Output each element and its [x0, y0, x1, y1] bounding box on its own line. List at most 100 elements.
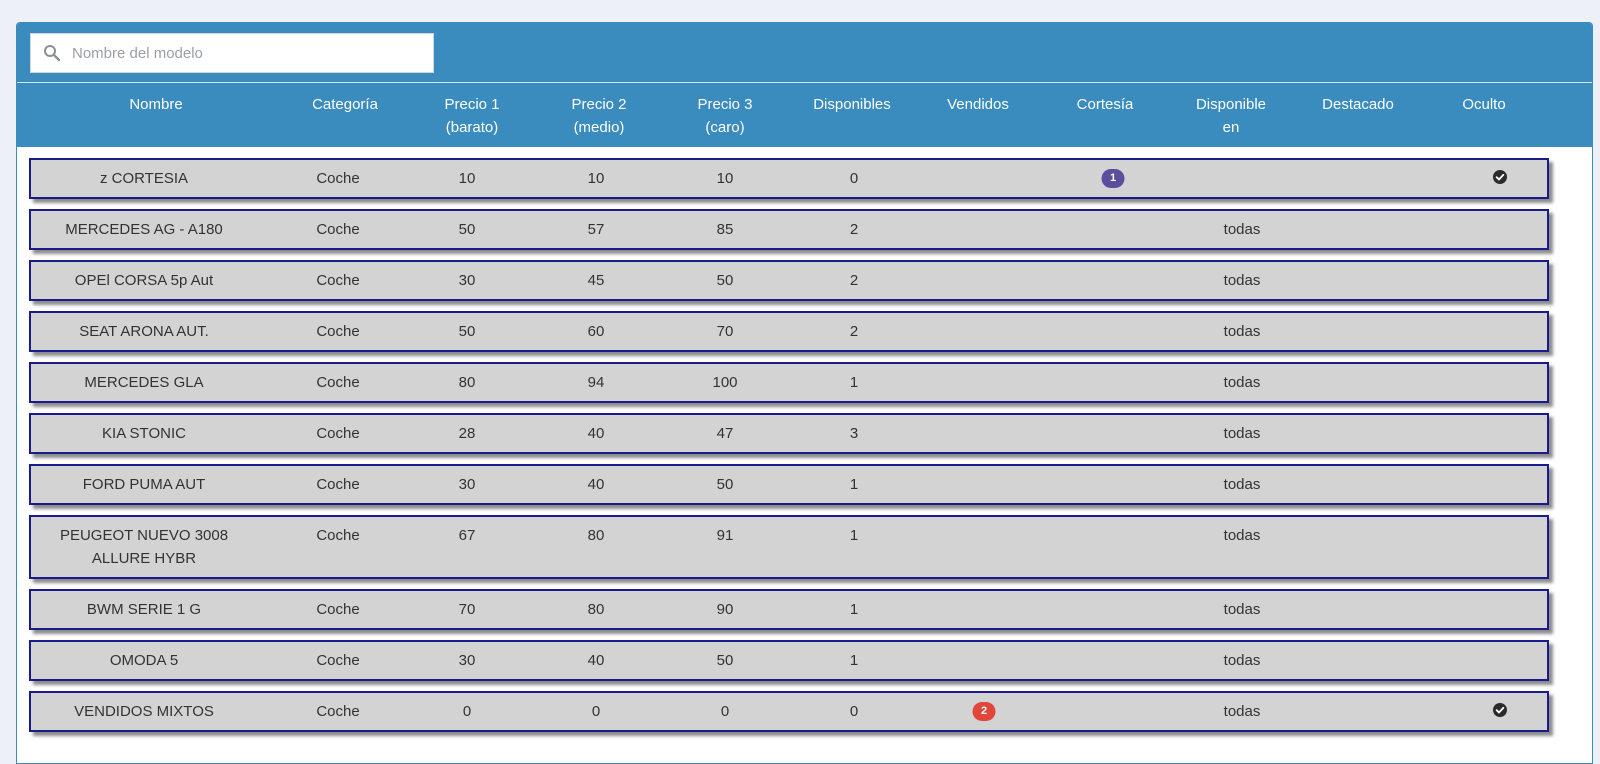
cell-precio1: 70 [458, 601, 476, 618]
cell-nombre: BWM SERIE 1 G [86, 601, 202, 618]
table-row[interactable]: VENDIDOS MIXTOS Coche 0 0 0 0 todas 2 [29, 691, 1549, 732]
cell-disponibles: 3 [849, 425, 859, 442]
col-vendidos[interactable]: Vendidos [947, 93, 1009, 116]
cell-precio1: 30 [458, 652, 476, 669]
col-disponible-en-line1: Disponible [1195, 96, 1267, 113]
models-panel: Nombre Categoría Precio 1 (barato) Preci… [16, 22, 1593, 764]
cell-disponibles: 1 [849, 476, 859, 493]
col-cortesia[interactable]: Cortesía [1077, 93, 1134, 116]
col-precio2[interactable]: Precio 2 (medio) [571, 93, 626, 139]
table-row[interactable]: FORD PUMA AUT Coche 30 40 50 1 todas [29, 464, 1549, 505]
cell-precio2: 40 [587, 425, 605, 442]
col-precio3-line1: Precio 3 [697, 96, 753, 113]
cell-precio2: 40 [587, 652, 605, 669]
cell-disponibles: 1 [849, 374, 859, 391]
cell-precio1: 28 [458, 425, 476, 442]
cell-categoria: Coche [316, 170, 360, 187]
table-row[interactable]: SEAT ARONA AUT. Coche 50 60 70 2 todas [29, 311, 1549, 352]
cell-precio2: 45 [587, 272, 605, 289]
col-precio3-line2: (caro) [705, 119, 745, 136]
cell-categoria: Coche [316, 374, 360, 391]
cell-precio3: 90 [716, 601, 734, 618]
cell-precio1: 10 [458, 170, 476, 187]
table-header: Nombre Categoría Precio 1 (barato) Preci… [17, 83, 1592, 147]
col-precio2-line1: Precio 2 [571, 96, 627, 113]
cell-precio2: 60 [587, 323, 605, 340]
cell-nombre: OMODA 5 [109, 652, 179, 669]
cell-categoria: Coche [316, 527, 360, 544]
cell-disponible-en: todas [1223, 374, 1261, 391]
cell-precio3: 100 [712, 374, 738, 391]
cell-disponible-en: todas [1223, 601, 1261, 618]
cell-categoria: Coche [316, 425, 360, 442]
cell-precio1: 0 [462, 703, 472, 720]
cell-precio3: 50 [716, 652, 734, 669]
col-nombre[interactable]: Nombre [129, 93, 182, 116]
table-row[interactable]: BWM SERIE 1 G Coche 70 80 90 1 todas [29, 589, 1549, 630]
table-row[interactable]: OPEl CORSA 5p Aut Coche 30 45 50 2 todas [29, 260, 1549, 301]
col-disponibles[interactable]: Disponibles [813, 93, 891, 116]
cell-precio2: 80 [587, 527, 605, 544]
col-precio1-line1: Precio 1 [444, 96, 500, 113]
cell-precio3: 50 [716, 476, 734, 493]
toolbar [17, 23, 1592, 83]
vendidos-badge: 2 [972, 702, 996, 721]
col-disponible-en[interactable]: Disponible en [1196, 93, 1266, 139]
cell-disponibles: 1 [849, 601, 859, 618]
cell-disponible-en: todas [1223, 221, 1261, 238]
cell-precio1: 50 [458, 323, 476, 340]
col-categoria[interactable]: Categoría [312, 93, 378, 116]
cell-precio2: 0 [591, 703, 601, 720]
cell-precio3: 70 [716, 323, 734, 340]
cell-nombre: SEAT ARONA AUT. [79, 323, 209, 340]
cell-precio2: 10 [587, 170, 605, 187]
cell-precio1: 67 [458, 527, 476, 544]
check-circle-icon [1493, 703, 1507, 717]
cell-disponible-en: todas [1223, 323, 1261, 340]
col-precio1[interactable]: Precio 1 (barato) [444, 93, 499, 139]
check-circle-icon [1493, 170, 1507, 184]
col-precio1-line2: (barato) [445, 119, 499, 136]
cell-precio3: 10 [716, 170, 734, 187]
cell-nombre: VENDIDOS MIXTOS [74, 703, 214, 720]
cell-precio3: 0 [720, 703, 730, 720]
cell-precio2: 40 [587, 476, 605, 493]
cell-disponibles: 1 [849, 527, 859, 544]
table-row[interactable]: PEUGEOT NUEVO 3008 ALLURE HYBR Coche 67 80 9… [29, 515, 1549, 579]
cell-categoria: Coche [316, 652, 360, 669]
cell-disponibles: 0 [849, 703, 859, 720]
cell-categoria: Coche [316, 703, 360, 720]
cell-precio3: 91 [716, 527, 734, 544]
cortesia-badge: 1 [1101, 169, 1125, 188]
cell-precio2: 94 [587, 374, 605, 391]
cell-disponibles: 1 [849, 652, 859, 669]
col-disponible-en-line2: en [1222, 119, 1240, 136]
cell-disponibles: 2 [849, 272, 859, 289]
cell-precio3: 50 [716, 272, 734, 289]
search-icon [44, 45, 61, 62]
search-box[interactable] [30, 33, 434, 73]
cell-disponible-en: todas [1223, 272, 1261, 289]
cell-precio3: 85 [716, 221, 734, 238]
cell-disponible-en: todas [1223, 652, 1261, 669]
cell-nombre: FORD PUMA AUT [82, 476, 206, 493]
table-row[interactable]: OMODA 5 Coche 30 40 50 1 todas [29, 640, 1549, 681]
table-row[interactable]: MERCEDES GLA Coche 80 94 100 1 todas [29, 362, 1549, 403]
search-input[interactable] [70, 43, 414, 63]
cell-precio1: 80 [458, 374, 476, 391]
cell-nombre: KIA STONIC [102, 425, 186, 442]
cell-categoria: Coche [316, 272, 360, 289]
col-oculto[interactable]: Oculto [1462, 93, 1505, 116]
cell-precio1: 50 [458, 221, 476, 238]
cell-disponible-en: todas [1223, 703, 1261, 720]
table-row[interactable]: MERCEDES AG - A180 Coche 50 57 85 2 todas [29, 209, 1549, 250]
col-precio2-line2: (medio) [573, 119, 625, 136]
table-row[interactable]: KIA STONIC Coche 28 40 47 3 todas [29, 413, 1549, 454]
cell-precio1: 30 [458, 476, 476, 493]
cell-precio2: 80 [587, 601, 605, 618]
table-row[interactable]: z CORTESIA Coche 10 10 10 0 1 [29, 158, 1549, 199]
cell-nombre: z CORTESIA [99, 170, 189, 187]
col-precio3[interactable]: Precio 3 (caro) [697, 93, 752, 139]
cell-disponibles: 2 [849, 221, 859, 238]
col-destacado[interactable]: Destacado [1322, 93, 1394, 116]
